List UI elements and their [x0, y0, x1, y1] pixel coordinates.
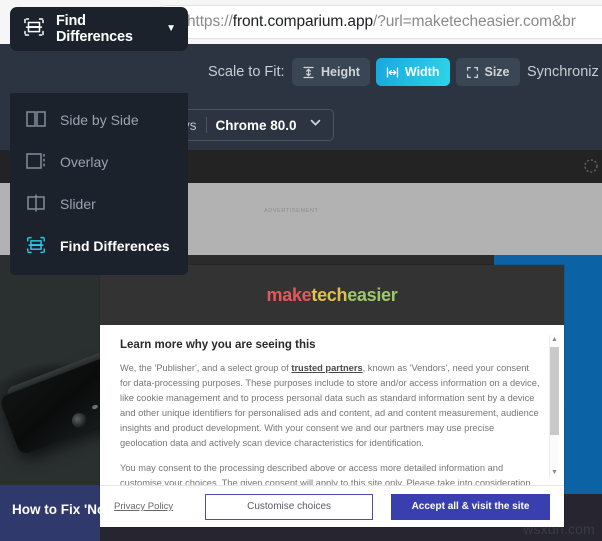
- version-browser-label: Chrome 80.0: [215, 117, 297, 133]
- dropdown-label-overlay: Overlay: [60, 154, 109, 170]
- scroll-thumb[interactable]: [550, 347, 559, 435]
- customise-choices-button[interactable]: Customise choices: [205, 493, 373, 520]
- dropdown-item-overlay[interactable]: Overlay: [10, 141, 188, 183]
- address-bar[interactable]: https://front.comparium.app/?url=maketec…: [150, 5, 602, 39]
- find-differences-icon-selected: [25, 234, 47, 259]
- consent-p1-before: We, the 'Publisher', and a select group …: [120, 363, 292, 373]
- consent-modal-body: Learn more why you are seeing this We, t…: [100, 325, 564, 485]
- scale-width-button[interactable]: Width: [375, 58, 450, 86]
- compare-mode-label: Find Differences: [56, 13, 133, 45]
- scale-width-label: Width: [404, 65, 440, 79]
- search-icon[interactable]: [578, 157, 600, 182]
- overlay-icon: [25, 150, 47, 175]
- screenshot-root: https://front.comparium.app/?url=maketec…: [0, 0, 602, 541]
- maketecheasier-logo: maketecheasier: [267, 285, 398, 306]
- consent-p1-after: , known as 'Vendors', need your consent …: [120, 363, 540, 449]
- scale-height-label: Height: [321, 65, 360, 79]
- url-text: https://front.comparium.app/?url=maketec…: [187, 13, 576, 31]
- scale-size-button[interactable]: Size: [455, 58, 520, 86]
- caret-down-icon: ▼: [166, 23, 176, 34]
- url-scheme: https://: [187, 13, 233, 30]
- scale-to-fit-group: Height Width Size: [292, 58, 520, 86]
- scale-height-button[interactable]: Height: [292, 58, 370, 86]
- scale-size-label: Size: [484, 65, 510, 79]
- logo-part-2: tech: [311, 284, 348, 305]
- compare-mode-button[interactable]: Find Differences ▼: [10, 7, 188, 51]
- left-article-card[interactable]: How to Fix 'No: [0, 255, 100, 541]
- url-path: /?url=maketecheasier.com&br: [372, 13, 576, 30]
- slider-icon: [25, 192, 47, 217]
- synchronize-label: Synchroniz: [527, 64, 599, 80]
- fit-size-icon: [466, 66, 478, 78]
- chevron-down-icon: [308, 115, 323, 135]
- scroll-up-arrow-icon[interactable]: ▲: [551, 336, 558, 343]
- privacy-policy-link[interactable]: Privacy Policy: [114, 501, 173, 512]
- accept-all-button[interactable]: Accept all & visit the site: [390, 493, 550, 520]
- fit-height-icon: [303, 66, 314, 78]
- app-toolbar: Scale to Fit: Height Width Size Synchron…: [0, 44, 602, 100]
- scale-to-fit-label: Scale to Fit:: [208, 64, 285, 80]
- consent-paragraph-2: You may consent to the processing descri…: [120, 463, 531, 485]
- dropdown-item-slider[interactable]: Slider: [10, 183, 188, 225]
- dropdown-label-find-differences: Find Differences: [60, 238, 170, 254]
- browser-version-select[interactable]: vs Chrome 80.0: [172, 109, 334, 141]
- dropdown-label-side-by-side: Side by Side: [60, 112, 139, 128]
- dropdown-item-side-by-side[interactable]: Side by Side: [10, 99, 188, 141]
- consent-paragraph-1: We, the 'Publisher', and a select group …: [120, 361, 542, 451]
- article-photo: [0, 255, 100, 485]
- compare-mode-dropdown: Side by Side Overlay Slider Find Differe…: [10, 93, 188, 275]
- consent-heading: Learn more why you are seeing this: [120, 339, 316, 351]
- version-divider: [205, 117, 207, 133]
- logo-part-3: easier: [347, 284, 398, 305]
- dropdown-label-slider: Slider: [60, 196, 96, 212]
- find-differences-icon: [22, 15, 46, 44]
- url-host: front.comparium.app: [232, 13, 373, 30]
- article-caption: How to Fix 'No: [0, 485, 100, 541]
- dropdown-item-find-differences[interactable]: Find Differences: [10, 225, 188, 267]
- consent-modal: maketecheasier Learn more why you are se…: [100, 265, 564, 527]
- side-by-side-icon: [25, 108, 47, 133]
- scroll-down-arrow-icon[interactable]: ▼: [551, 469, 558, 476]
- fit-width-icon: [386, 66, 399, 78]
- trusted-partners-link[interactable]: trusted partners: [291, 363, 362, 373]
- consent-scrollbar[interactable]: ▲ ▼: [549, 335, 559, 477]
- consent-modal-footer: Privacy Policy Customise choices Accept …: [100, 485, 564, 527]
- article-title: How to Fix 'No: [12, 502, 100, 517]
- logo-part-1: make: [266, 284, 312, 305]
- advertisement-label: ADVERTISEMENT: [264, 208, 319, 214]
